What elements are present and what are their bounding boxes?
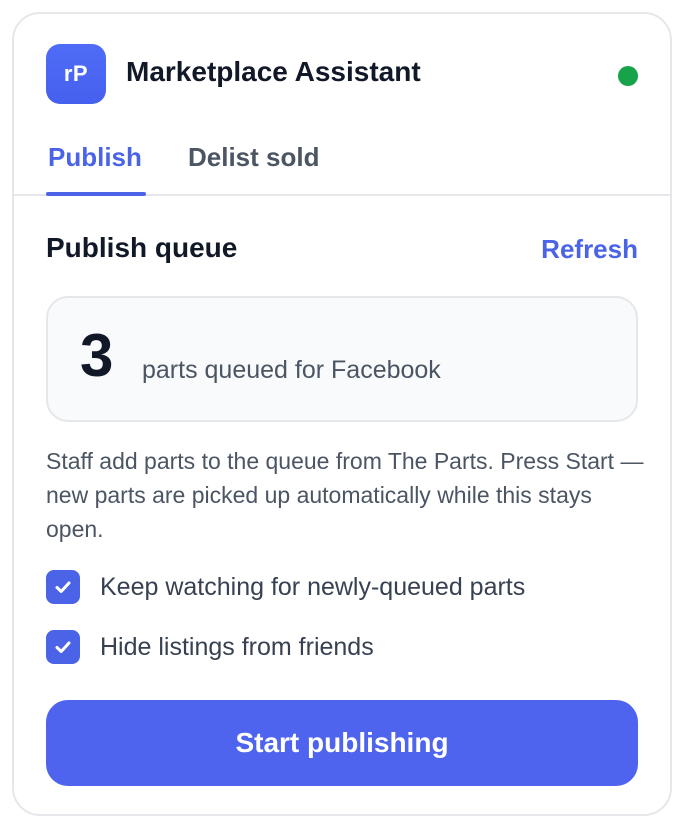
app-logo: rP bbox=[46, 44, 106, 104]
section-title: Publish queue bbox=[46, 232, 238, 263]
tab-delist-sold[interactable]: Delist sold bbox=[188, 142, 319, 173]
hide-from-friends-checkbox[interactable] bbox=[46, 630, 80, 664]
hide-from-friends-option[interactable]: Hide listings from friends bbox=[46, 630, 374, 664]
check-icon bbox=[55, 641, 71, 653]
marketplace-assistant-panel: rP Marketplace Assistant Publish Delist … bbox=[12, 12, 672, 816]
keep-watching-option[interactable]: Keep watching for newly-queued parts bbox=[46, 570, 525, 604]
app-title: Marketplace Assistant bbox=[126, 56, 421, 87]
panel-header: rP Marketplace Assistant bbox=[14, 14, 670, 134]
tab-publish[interactable]: Publish bbox=[48, 142, 142, 173]
queue-summary-card: 3 parts queued for Facebook bbox=[46, 296, 638, 422]
refresh-link[interactable]: Refresh bbox=[541, 234, 638, 265]
status-dot-icon bbox=[618, 66, 638, 86]
hide-from-friends-label: Hide listings from friends bbox=[100, 632, 374, 661]
active-tab-indicator bbox=[46, 192, 146, 196]
queue-count: 3 bbox=[80, 322, 114, 389]
keep-watching-checkbox[interactable] bbox=[46, 570, 80, 604]
keep-watching-label: Keep watching for newly-queued parts bbox=[100, 572, 526, 601]
queue-count-label: parts queued for Facebook bbox=[142, 356, 441, 384]
help-text: Staff add parts to the queue from The Pa… bbox=[46, 448, 644, 542]
check-icon bbox=[55, 581, 71, 593]
tab-bar: Publish Delist sold bbox=[14, 134, 670, 196]
start-publishing-button[interactable]: Start publishing bbox=[46, 700, 638, 786]
